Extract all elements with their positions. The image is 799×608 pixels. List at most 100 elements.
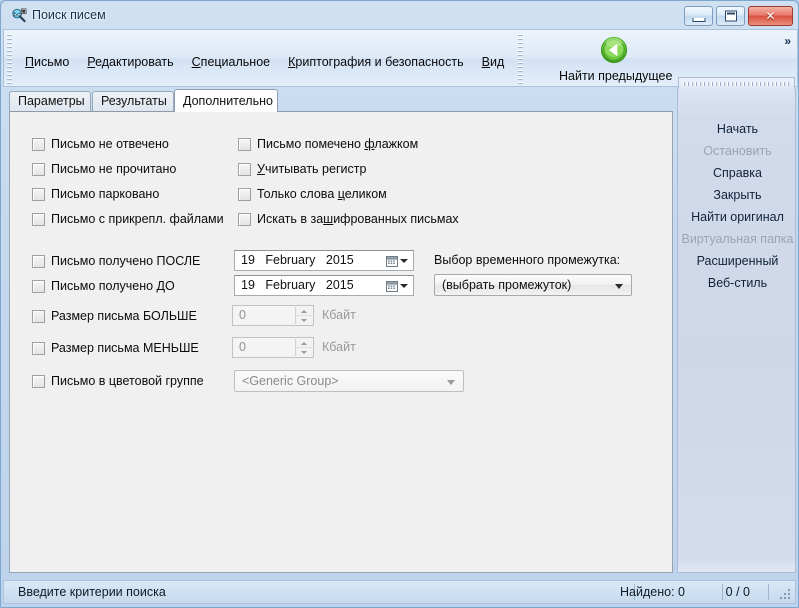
sidebar-item-virtual-folder: Виртуальная папка — [681, 232, 794, 246]
checkbox-mail-unanswered[interactable]: Письмо не отвечено — [32, 137, 169, 151]
checkbox-mail-unread[interactable]: Письмо не прочитано — [32, 162, 176, 176]
menu-item-special[interactable]: Специальное — [183, 52, 279, 72]
chevron-down-icon — [615, 284, 623, 289]
checkbox-box[interactable] — [32, 374, 45, 388]
sidebar-item-web-style[interactable]: Веб-стиль — [678, 273, 797, 293]
spinner-up-button[interactable] — [296, 339, 312, 348]
arrow-down-icon — [301, 350, 307, 354]
checkbox-label: Письмо получено ПОСЛЕ — [51, 254, 201, 268]
arrow-down-icon — [301, 318, 307, 322]
checkbox-box[interactable] — [32, 279, 45, 293]
checkbox-color-group[interactable]: Письмо в цветовой группе — [32, 374, 204, 388]
checkbox-match-case[interactable]: Учитывать регистр — [238, 162, 366, 176]
date-day: 19 — [241, 253, 255, 267]
checkbox-label: Письмо с прикрепл. файлами — [51, 212, 224, 226]
sidebar-item-close[interactable]: Закрыть — [678, 185, 797, 205]
checkbox-box[interactable] — [238, 187, 251, 201]
sidebar-grip-handle[interactable] — [683, 82, 790, 86]
checkbox-whole-words-only[interactable]: Только слова целиком — [238, 187, 387, 201]
advanced-tab-panel: Письмо не отвечено Письмо не прочитано П… — [9, 111, 673, 573]
checkbox-received-before[interactable]: Письмо получено ДО — [32, 279, 175, 293]
date-picker-before[interactable]: 19 February 2015 — [234, 275, 414, 296]
close-icon: ✕ — [765, 9, 776, 23]
checkbox-label: Письмо не отвечено — [51, 137, 169, 151]
sidebar-item-advanced[interactable]: Расширенный — [678, 251, 797, 271]
checkbox-mail-flagged[interactable]: Письмо помечено флажком — [238, 137, 418, 151]
toolbar-overflow-chevron-icon[interactable]: » — [784, 34, 791, 48]
size-less-value: 0 — [239, 340, 246, 354]
checkbox-mail-with-attachments[interactable]: Письмо с прикрепл. файлами — [32, 212, 224, 226]
checkbox-label: Письмо в цветовой группе — [51, 374, 204, 388]
checkbox-box[interactable] — [32, 137, 45, 151]
minimize-button[interactable] — [684, 6, 713, 26]
date-day: 19 — [241, 278, 255, 292]
resize-grip-icon[interactable] — [779, 588, 791, 600]
checkbox-box[interactable] — [32, 254, 45, 268]
sidebar-grip-bar — [678, 77, 795, 89]
tab-parameters[interactable]: Параметры — [9, 91, 91, 111]
color-group-combobox[interactable]: <Generic Group> — [234, 370, 464, 392]
date-year: 2015 — [325, 253, 354, 267]
date-value: 19 February 2015 — [241, 278, 361, 292]
size-less-spinner[interactable]: 0 — [232, 337, 314, 358]
maximize-icon — [724, 10, 737, 22]
sidebar-item-find-original[interactable]: Найти оригинал — [678, 207, 797, 227]
checkbox-size-greater[interactable]: Размер письма БОЛЬШЕ — [32, 309, 197, 323]
menu-items: Письмо Редактировать Специальное Криптог… — [16, 52, 535, 72]
calendar-icon — [386, 280, 398, 292]
menu-item-crypto[interactable]: Криптография и безопасность — [279, 52, 473, 72]
sidebar-item-help[interactable]: Справка — [678, 163, 797, 183]
back-arrow-icon — [600, 36, 628, 64]
menu-item-edit[interactable]: Редактировать — [78, 52, 182, 72]
spinner-down-button[interactable] — [296, 316, 312, 324]
arrow-up-icon — [301, 341, 307, 345]
checkbox-mail-parked[interactable]: Письмо парковано — [32, 187, 159, 201]
checkbox-box[interactable] — [32, 309, 45, 323]
date-month: February — [265, 253, 316, 267]
checkbox-box[interactable] — [238, 162, 251, 176]
size-greater-spinner[interactable]: 0 — [232, 305, 314, 326]
toolbar-grip-handle[interactable] — [518, 34, 523, 84]
menu-item-mail[interactable]: Письмо — [16, 52, 78, 72]
status-position: 0 / 0 — [725, 585, 750, 599]
find-previous-button[interactable]: Найти предыдущее — [559, 33, 672, 85]
timespan-value: (выбрать промежуток) — [442, 278, 572, 292]
checkbox-label: Учитывать регистр — [257, 162, 367, 176]
checkbox-label: Письмо получено ДО — [51, 279, 175, 293]
chevron-down-icon — [400, 283, 408, 288]
title-bar: Поиск писем ✕ — [2, 2, 798, 28]
sidebar-item-start[interactable]: Начать — [678, 119, 797, 139]
menu-item-view[interactable]: Вид — [473, 52, 514, 72]
timespan-combobox[interactable]: (выбрать промежуток) — [434, 274, 632, 296]
date-value: 19 February 2015 — [241, 253, 361, 267]
checkbox-box[interactable] — [238, 137, 251, 151]
checkbox-box[interactable] — [32, 162, 45, 176]
spinner-up-button[interactable] — [296, 307, 312, 316]
spinner-buttons[interactable] — [295, 307, 312, 324]
sidebar-item-stop: Остановить — [703, 144, 772, 158]
checkbox-box[interactable] — [32, 341, 45, 355]
checkbox-label: Искать в зашифрованных письмах — [257, 212, 459, 226]
checkbox-box[interactable] — [32, 187, 45, 201]
checkbox-size-less[interactable]: Размер письма МЕНЬШЕ — [32, 341, 199, 355]
date-picker-dropdown-button[interactable] — [382, 277, 412, 294]
tab-advanced[interactable]: Дополнительно — [174, 89, 278, 112]
close-button[interactable]: ✕ — [748, 6, 793, 26]
spinner-buttons[interactable] — [295, 339, 312, 356]
checkbox-box[interactable] — [238, 212, 251, 226]
checkbox-label: Письмо не прочитано — [51, 162, 177, 176]
size-greater-value: 0 — [239, 308, 246, 322]
checkbox-received-after[interactable]: Письмо получено ПОСЛЕ — [32, 254, 200, 268]
checkbox-label: Только слова целиком — [257, 187, 387, 201]
checkbox-search-encrypted[interactable]: Искать в зашифрованных письмах — [238, 212, 459, 226]
date-picker-dropdown-button[interactable] — [382, 252, 412, 269]
tab-results[interactable]: Результаты — [92, 91, 174, 111]
minimize-icon — [692, 18, 705, 23]
checkbox-box[interactable] — [32, 212, 45, 226]
arrow-up-icon — [301, 309, 307, 313]
spinner-down-button[interactable] — [296, 348, 312, 356]
date-picker-after[interactable]: 19 February 2015 — [234, 250, 414, 271]
maximize-button[interactable] — [716, 6, 745, 26]
menu-grip-handle[interactable] — [7, 34, 12, 84]
calendar-icon — [386, 255, 398, 267]
